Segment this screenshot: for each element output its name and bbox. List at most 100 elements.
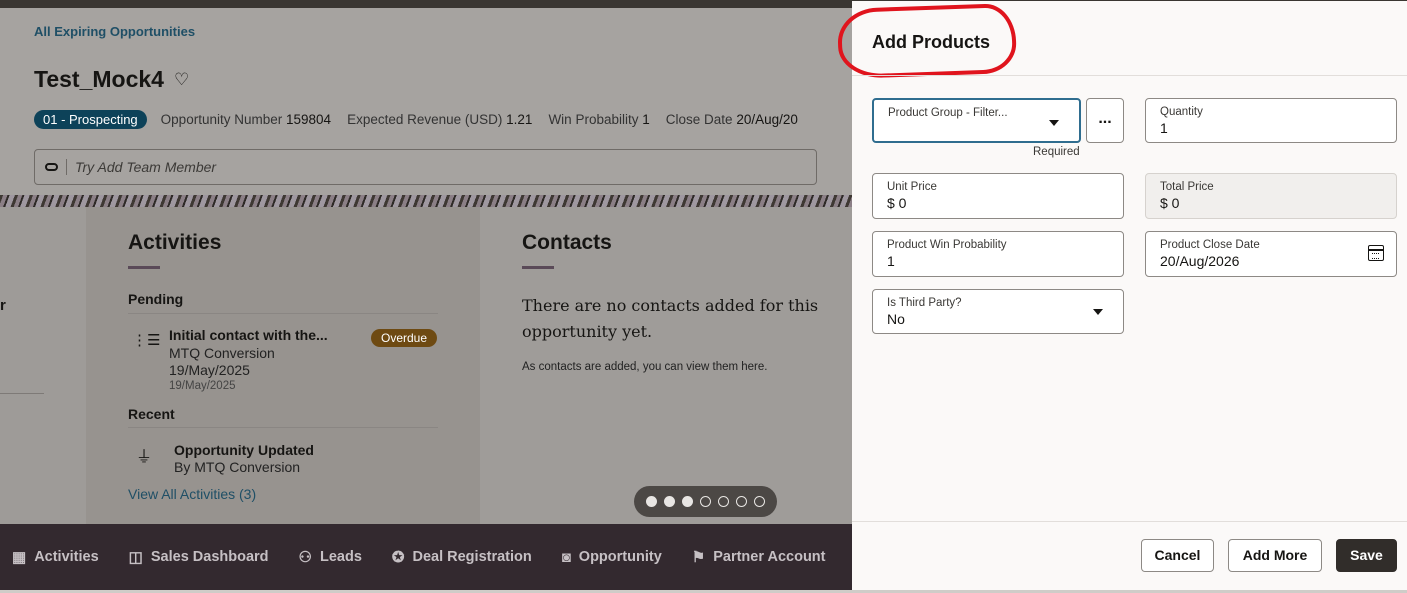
product-win-probability-label: Product Win Probability	[887, 239, 1007, 251]
product-group-select[interactable]: Product Group - Filter...	[872, 98, 1081, 143]
pending-activity-title[interactable]: Initial contact with the...	[169, 327, 328, 343]
left-panel-text: r	[0, 297, 6, 314]
expected-revenue: Expected Revenue (USD) 1.21	[347, 112, 533, 127]
quantity-value: 1	[1160, 120, 1168, 136]
opportunity-number: Opportunity Number 159804	[160, 112, 332, 127]
nav-item-leads[interactable]: ⚇ Leads	[299, 548, 362, 566]
opportunity-meta: 01 - Prospecting Opportunity Number 1598…	[34, 110, 814, 129]
required-hint: Required	[1033, 146, 1080, 158]
drawer-footer-divider	[852, 521, 1407, 522]
product-close-date-label: Product Close Date	[1160, 239, 1260, 251]
decorative-pattern	[0, 195, 852, 207]
cancel-button[interactable]: Cancel	[1141, 539, 1214, 572]
nav-item-sales-dashboard[interactable]: ◫ Sales Dashboard	[129, 548, 269, 566]
pager-dot[interactable]	[736, 496, 747, 507]
recent-label: Recent	[128, 406, 175, 422]
win-probability: Win Probability 1	[548, 112, 650, 127]
contacts-panel: Contacts There are no contacts added for…	[480, 207, 852, 525]
unit-price-label: Unit Price	[887, 181, 937, 193]
contacts-title: Contacts	[522, 231, 612, 254]
quantity-field[interactable]: Quantity 1	[1145, 98, 1397, 143]
input-separator	[66, 159, 67, 175]
close-date: Close Date 20/Aug/20	[665, 112, 798, 127]
add-products-drawer: Add Products Product Group - Filter... .…	[836, 2, 1407, 590]
nav-item-label: Leads	[319, 549, 362, 565]
opportunity-icon: ◙	[561, 548, 571, 566]
third-party-value: No	[887, 311, 905, 327]
activities-title: Activities	[128, 231, 222, 254]
product-group-label: Product Group - Filter...	[888, 107, 1008, 119]
partner-account-icon: ⚑	[691, 549, 706, 566]
calendar-icon[interactable]	[1368, 245, 1384, 261]
total-price-label: Total Price	[1160, 181, 1214, 193]
deal-registration-icon: ✪	[391, 549, 405, 566]
overdue-badge: Overdue	[371, 329, 438, 347]
team-member-icon	[45, 163, 58, 171]
view-all-activities-link[interactable]: View All Activities (3)	[128, 486, 256, 502]
contacts-underline	[522, 266, 554, 269]
activities-underline	[128, 266, 160, 269]
nav-item-opportunity[interactable]: ◙ Opportunity	[562, 549, 662, 566]
pager-dot[interactable]	[646, 496, 657, 507]
nav-item-label: Deal Registration	[412, 549, 532, 565]
nav-item-label: Partner Account	[713, 549, 826, 565]
title-row: Test_Mock4 ♡	[34, 66, 189, 93]
drawer-header-divider	[852, 75, 1407, 76]
team-member-placeholder: Try Add Team Member	[75, 159, 217, 175]
page-title: Test_Mock4	[34, 66, 164, 92]
add-more-button[interactable]: Add More	[1228, 539, 1322, 572]
opportunity-header: All Expiring Opportunities Test_Mock4 ♡ …	[0, 8, 852, 195]
divider	[128, 427, 438, 428]
background-app: All Expiring Opportunities Test_Mock4 ♡ …	[0, 0, 852, 590]
more-options-button[interactable]: ...	[1086, 98, 1124, 143]
unit-price-field[interactable]: Unit Price $ 0	[872, 173, 1124, 219]
carousel-pager	[634, 486, 777, 517]
recent-activity-by: By MTQ Conversion	[174, 459, 301, 475]
contacts-empty-message: There are no contacts added for this opp…	[522, 296, 819, 341]
favorite-heart-icon[interactable]: ♡	[174, 70, 189, 90]
third-party-label: Is Third Party?	[887, 297, 962, 309]
nav-item-label: Sales Dashboard	[150, 549, 269, 565]
pending-label: Pending	[128, 291, 184, 307]
calendar-icon: ▦	[12, 549, 27, 566]
nav-item-label: Activities	[34, 549, 99, 565]
dashboard-icon: ◫	[128, 549, 143, 566]
nav-item-activities[interactable]: ▦ Activities	[12, 548, 99, 566]
nav-item-partner-account[interactable]: ⚑ Partner Account	[692, 548, 826, 566]
page: All Expiring Opportunities Test_Mock4 ♡ …	[0, 0, 1407, 593]
funnel-icon: ⏚	[136, 449, 153, 466]
nav-item-label: Opportunity	[578, 549, 662, 565]
chevron-down-icon	[1093, 309, 1103, 315]
stage-badge: 01 - Prospecting	[34, 110, 147, 129]
product-win-probability-field[interactable]: Product Win Probability 1	[872, 231, 1124, 277]
third-party-select[interactable]: Is Third Party? No	[872, 289, 1124, 334]
save-button[interactable]: Save	[1336, 539, 1397, 572]
task-list-icon: ⋮☰	[132, 332, 161, 349]
product-win-probability-value: 1	[887, 253, 895, 269]
pager-dot[interactable]	[664, 496, 675, 507]
pending-activity-date-small: 19/May/2025	[169, 380, 236, 392]
pager-dot[interactable]	[682, 496, 693, 507]
pager-dot[interactable]	[754, 496, 765, 507]
chevron-down-icon	[1049, 120, 1059, 126]
nav-item-deal-registration[interactable]: ✪ Deal Registration	[392, 548, 532, 566]
pending-activity-owner: MTQ Conversion	[169, 345, 275, 361]
product-close-date-value: 20/Aug/2026	[1160, 253, 1240, 269]
quantity-label: Quantity	[1160, 106, 1203, 118]
product-close-date-field[interactable]: Product Close Date 20/Aug/2026	[1145, 231, 1397, 277]
bottom-navigation: ▦ Activities ◫ Sales Dashboard ⚇ Leads ✪ Deal R…	[0, 524, 852, 590]
add-team-member-input[interactable]: Try Add Team Member	[34, 149, 817, 185]
divider	[0, 393, 44, 394]
left-panel-fragment: r	[0, 207, 86, 525]
leads-icon: ⚇	[298, 549, 312, 566]
contacts-empty-subtext: As contacts are added, you can view them…	[522, 361, 768, 373]
pager-dot[interactable]	[700, 496, 711, 507]
total-price-field: Total Price $ 0	[1145, 173, 1397, 219]
divider	[128, 313, 438, 314]
pager-dot[interactable]	[718, 496, 729, 507]
breadcrumb[interactable]: All Expiring Opportunities	[34, 24, 195, 39]
recent-activity-title[interactable]: Opportunity Updated	[174, 442, 314, 458]
pending-activity-date: 19/May/2025	[169, 362, 250, 378]
top-bar	[0, 0, 852, 8]
total-price-value: $ 0	[1160, 195, 1180, 211]
